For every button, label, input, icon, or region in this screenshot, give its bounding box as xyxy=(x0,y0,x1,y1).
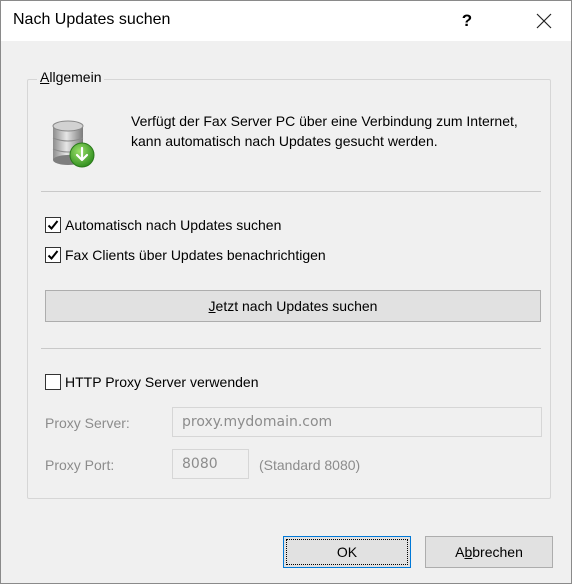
window-title: Nach Updates suchen xyxy=(13,11,171,28)
description-text: Verfügt der Fax Server PC über eine Verb… xyxy=(131,113,518,149)
use-proxy-checkbox[interactable] xyxy=(45,374,61,390)
ok-button[interactable]: OK xyxy=(283,536,411,568)
general-groupbox-title: Allgemein xyxy=(37,69,105,85)
help-icon: ? xyxy=(461,11,473,30)
checkmark-icon xyxy=(47,220,59,230)
dialog-window: Nach Updates suchen ? Allgemein Verfügt … xyxy=(0,0,572,584)
title-bar: Nach Updates suchen ? xyxy=(1,1,571,41)
cancel-label: Abbrechen xyxy=(455,544,523,560)
proxy-server-input[interactable]: proxy.mydomain.com xyxy=(172,407,542,437)
cancel-button[interactable]: Abbrechen xyxy=(425,536,553,568)
auto-update-option[interactable]: Automatisch nach Updates suchen xyxy=(45,217,281,233)
checkmark-icon xyxy=(47,250,59,260)
check-now-label: Jetzt nach Updates suchen xyxy=(208,298,378,314)
notify-clients-checkbox[interactable] xyxy=(45,247,61,263)
proxy-server-label: Proxy Server: xyxy=(45,415,130,431)
separator xyxy=(41,191,541,192)
proxy-port-label: Proxy Port: xyxy=(45,457,115,473)
close-icon xyxy=(536,13,552,29)
close-button[interactable] xyxy=(521,1,567,41)
check-now-button[interactable]: Jetzt nach Updates suchen xyxy=(45,290,541,322)
proxy-port-hint: (Standard 8080) xyxy=(259,457,361,473)
notify-clients-option[interactable]: Fax Clients über Updates benachrichtigen xyxy=(45,247,326,263)
database-update-icon xyxy=(52,120,95,168)
use-proxy-option[interactable]: HTTP Proxy Server verwenden xyxy=(45,374,258,390)
help-button[interactable]: ? xyxy=(447,1,487,41)
ok-label: OK xyxy=(336,544,358,560)
focus-rectangle: OK xyxy=(286,539,408,565)
proxy-port-input[interactable]: 8080 xyxy=(172,449,249,479)
use-proxy-label: HTTP Proxy Server verwenden xyxy=(65,374,259,390)
auto-update-label: Automatisch nach Updates suchen xyxy=(65,217,282,233)
notify-clients-label: Fax Clients über Updates benachrichtigen xyxy=(65,247,326,263)
separator xyxy=(41,348,541,349)
auto-update-checkbox[interactable] xyxy=(45,217,61,233)
